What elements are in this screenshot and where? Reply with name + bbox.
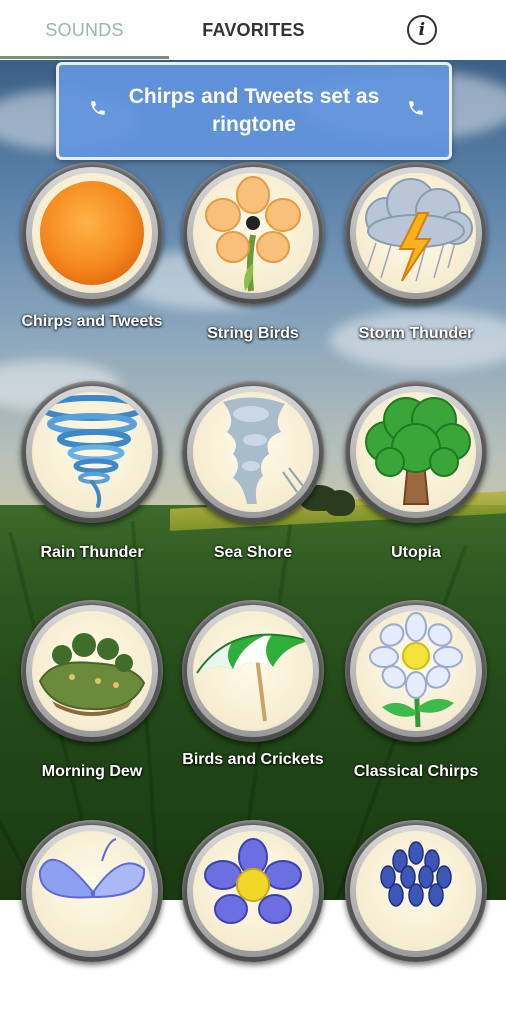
sound-button[interactable] xyxy=(182,381,324,523)
sound-label: Chirps and Tweets xyxy=(21,313,163,330)
toast-message: Chirps and Tweets set as ringtone xyxy=(128,85,380,136)
sound-item-bluebells[interactable] xyxy=(334,820,498,1020)
sound-item-birds-and-crickets[interactable]: Birds and Crickets xyxy=(171,600,335,800)
sound-item-string-birds[interactable]: String Birds xyxy=(171,162,335,362)
sound-button[interactable] xyxy=(182,162,324,304)
blue-flower-icon xyxy=(204,838,302,924)
info-icon: i xyxy=(407,15,437,45)
sound-button[interactable] xyxy=(345,381,487,523)
sound-item-rain-thunder[interactable]: Rain Thunder xyxy=(10,381,174,581)
sound-label: Sea Shore xyxy=(213,544,293,561)
sun-icon xyxy=(40,181,144,285)
sound-label: Rain Thunder xyxy=(40,544,144,561)
sound-button[interactable] xyxy=(21,820,163,962)
sound-label: Storm Thunder xyxy=(358,325,474,342)
umbrella-icon xyxy=(196,633,310,722)
sound-item-morning-dew[interactable]: Morning Dew xyxy=(10,600,174,800)
flower-icon xyxy=(205,176,301,292)
sound-button[interactable] xyxy=(182,600,324,742)
island-icon xyxy=(38,633,146,716)
sound-button[interactable] xyxy=(21,600,163,742)
info-button[interactable]: i xyxy=(338,0,506,60)
sound-item-butterfly[interactable] xyxy=(10,820,174,1020)
sound-label: Birds and Crickets xyxy=(182,751,324,768)
sound-item-sea-shore[interactable]: Sea Shore xyxy=(171,381,335,581)
sound-item-classical-chirps[interactable]: Classical Chirps xyxy=(334,600,498,800)
sound-label: Utopia xyxy=(391,544,441,561)
tab-sounds[interactable]: SOUNDS xyxy=(0,0,169,60)
phone-icon xyxy=(91,101,105,115)
daisy-icon xyxy=(369,612,463,728)
tree-icon xyxy=(365,397,471,505)
tornado-icon xyxy=(39,395,145,508)
storm-cloud-icon xyxy=(365,178,473,282)
whirlwind-icon xyxy=(223,397,304,504)
sound-button[interactable] xyxy=(345,820,487,962)
sound-button[interactable] xyxy=(345,162,487,304)
sound-label: Classical Chirps xyxy=(353,763,479,780)
tab-bar: SOUNDS FAVORITES i xyxy=(0,0,506,60)
tab-favorites[interactable]: FAVORITES xyxy=(169,0,338,60)
bluebells-icon xyxy=(380,841,452,907)
sound-item-utopia[interactable]: Utopia xyxy=(334,381,498,581)
sound-button[interactable] xyxy=(21,162,163,304)
ringtone-toast: Chirps and Tweets set as ringtone xyxy=(56,62,452,160)
sound-button[interactable] xyxy=(21,381,163,523)
tab-favorites-label: FAVORITES xyxy=(202,19,305,40)
sound-button[interactable] xyxy=(345,600,487,742)
butterfly-icon xyxy=(38,838,146,899)
sound-button[interactable] xyxy=(182,820,324,962)
sound-item-blue-flower[interactable] xyxy=(171,820,335,1020)
phone-icon xyxy=(409,101,423,115)
sound-item-storm-thunder[interactable]: Storm Thunder xyxy=(334,162,498,362)
sound-label: Morning Dew xyxy=(41,763,143,780)
sound-item-chirps-and-tweets[interactable]: Chirps and Tweets xyxy=(10,162,174,362)
tab-sounds-label: SOUNDS xyxy=(45,19,124,40)
sound-label: String Birds xyxy=(207,325,299,342)
tab-indicator xyxy=(0,56,169,59)
